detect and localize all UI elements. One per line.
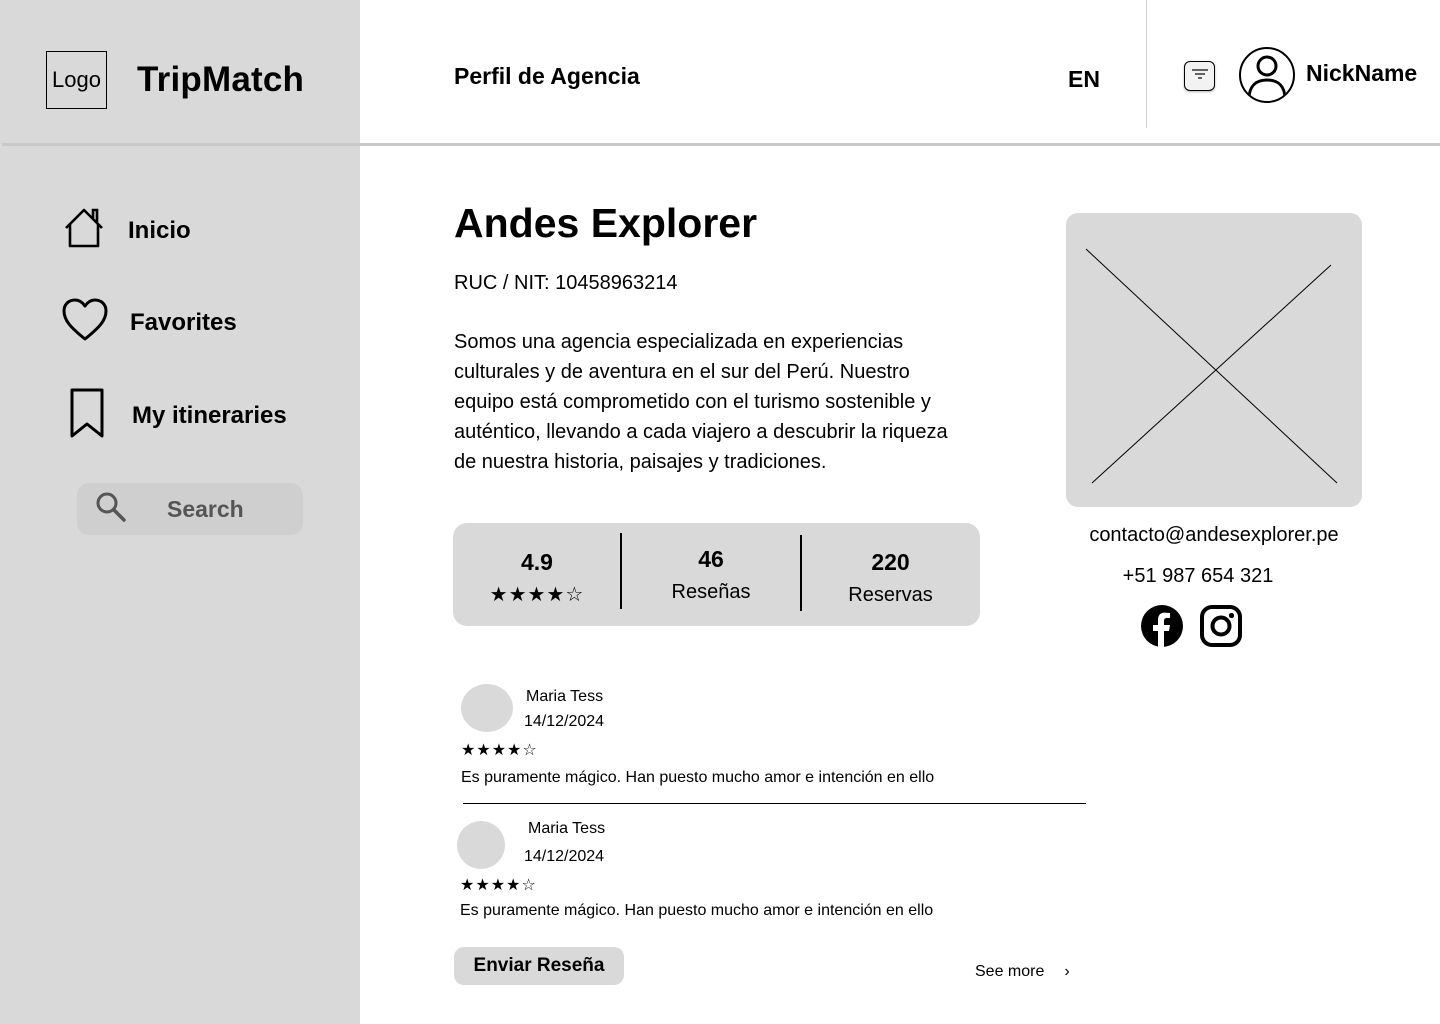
chevron-right-icon: › bbox=[1064, 963, 1070, 980]
see-more-label: See more bbox=[975, 963, 1045, 980]
search-icon bbox=[95, 491, 127, 528]
see-more-link[interactable]: See more › bbox=[975, 963, 1070, 981]
heart-icon bbox=[60, 296, 110, 349]
instagram-link[interactable] bbox=[1199, 605, 1245, 647]
filter-button[interactable] bbox=[1184, 61, 1215, 91]
agency-phone: +51 987 654 321 bbox=[1122, 565, 1274, 587]
agency-email[interactable]: contacto@andesexplorer.pe bbox=[1066, 524, 1362, 547]
sidebar-item-favorites[interactable]: Favorites bbox=[60, 296, 237, 349]
review-stars: ★★★★☆ bbox=[461, 742, 538, 759]
reviewer-avatar bbox=[461, 684, 513, 732]
agency-name: Andes Explorer bbox=[454, 200, 758, 246]
review-divider bbox=[463, 803, 1086, 804]
search-placeholder: Search bbox=[167, 495, 244, 522]
sidebar: Logo TripMatch Inicio Favorites My itine… bbox=[0, 0, 360, 1024]
user-avatar[interactable] bbox=[1239, 47, 1295, 103]
reviewer-name: Maria Tess bbox=[526, 688, 604, 705]
header-divider bbox=[1146, 0, 1147, 128]
agency-ruc: RUC / NIT: 10458963214 bbox=[454, 272, 678, 294]
header-divider-line bbox=[2, 143, 1440, 146]
review-stars: ★★★★☆ bbox=[460, 877, 537, 894]
home-icon bbox=[60, 206, 108, 255]
stat-rating: 4.9 ★★★★☆ bbox=[453, 523, 621, 626]
review-date: 14/12/2024 bbox=[524, 713, 605, 730]
language-selector[interactable]: EN bbox=[1068, 66, 1100, 93]
facebook-icon bbox=[1139, 605, 1185, 651]
user-nickname[interactable]: NickName bbox=[1306, 60, 1417, 87]
logo-text: Logo bbox=[52, 67, 101, 92]
review-date: 14/12/2024 bbox=[524, 848, 605, 865]
sidebar-item-inicio[interactable]: Inicio bbox=[60, 206, 191, 255]
sidebar-item-label: My itineraries bbox=[132, 401, 287, 429]
sidebar-item-itineraries[interactable]: My itineraries bbox=[60, 386, 287, 445]
send-review-button[interactable]: Enviar Reseña bbox=[454, 947, 624, 985]
bookings-count: 220 bbox=[871, 549, 910, 575]
rating-value: 4.9 bbox=[521, 549, 553, 575]
brand-name: TripMatch bbox=[137, 60, 305, 99]
reviews-label: Reseñas bbox=[671, 581, 751, 603]
search-input[interactable]: Search bbox=[77, 483, 303, 535]
sidebar-item-label: Favorites bbox=[130, 308, 237, 336]
page-title: Perfil de Agencia bbox=[454, 63, 640, 89]
bookings-label: Reservas bbox=[848, 584, 933, 606]
reviews-count: 46 bbox=[698, 546, 724, 572]
image-placeholder-icon bbox=[1066, 248, 1362, 507]
instagram-icon bbox=[1199, 605, 1243, 651]
user-avatar-icon bbox=[1241, 55, 1293, 101]
stat-bookings: 220 Reservas bbox=[801, 523, 980, 626]
sidebar-item-label: Inicio bbox=[128, 216, 191, 244]
stats-panel: 4.9 ★★★★☆ 46 Reseñas 220 Reservas bbox=[453, 523, 980, 626]
agency-description: Somos una agencia especializada en exper… bbox=[454, 331, 948, 473]
reviewer-avatar bbox=[457, 821, 505, 869]
reviewer-name: Maria Tess bbox=[528, 820, 606, 837]
facebook-link[interactable] bbox=[1139, 605, 1185, 647]
agency-image bbox=[1066, 213, 1362, 507]
logo: Logo bbox=[46, 51, 107, 109]
rating-stars: ★★★★☆ bbox=[489, 584, 585, 606]
review-text: Es puramente mágico. Han puesto mucho am… bbox=[460, 902, 934, 919]
filter-icon bbox=[1191, 67, 1209, 85]
review-text: Es puramente mágico. Han puesto mucho am… bbox=[461, 769, 935, 786]
stat-reviews: 46 Reseñas bbox=[621, 523, 801, 626]
bookmark-icon bbox=[60, 386, 112, 445]
